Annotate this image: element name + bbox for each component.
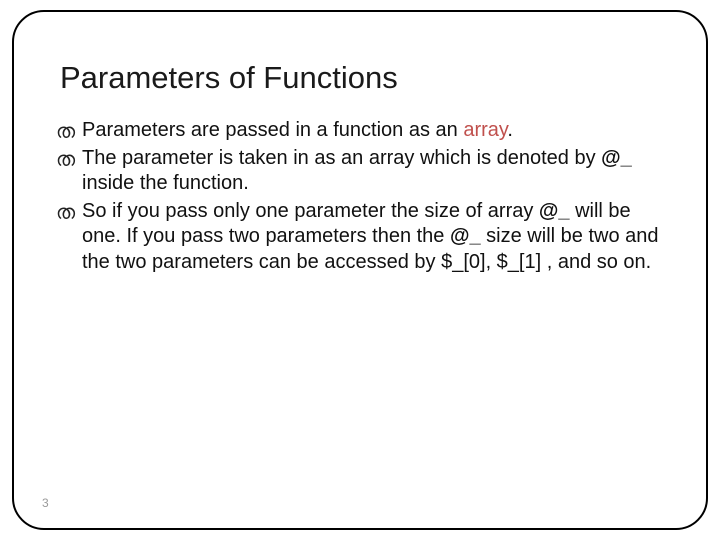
bullet-text: So if you pass only one parameter the si… bbox=[82, 200, 539, 222]
slide-frame: Parameters of Functions ത Parameters are… bbox=[12, 10, 708, 530]
code-atsub: @_ bbox=[539, 200, 570, 222]
bullet-list: ത Parameters are passed in a function as… bbox=[56, 118, 664, 276]
bullet-item: ത The parameter is taken in as an array … bbox=[56, 146, 664, 197]
bullet-glyph-icon: ത bbox=[56, 201, 75, 227]
bullet-text: The parameter is taken in as an array wh… bbox=[82, 147, 601, 169]
code-atsub: @_ bbox=[450, 225, 481, 247]
keyword-array: array bbox=[463, 119, 507, 141]
bullet-text: inside the function. bbox=[82, 172, 249, 194]
bullet-text: Parameters are passed in a function as a… bbox=[82, 119, 463, 141]
bullet-item: ത Parameters are passed in a function as… bbox=[56, 118, 664, 144]
bullet-glyph-icon: ത bbox=[56, 148, 75, 174]
bullet-glyph-icon: ത bbox=[56, 120, 75, 146]
bullet-item: ത So if you pass only one parameter the … bbox=[56, 199, 664, 276]
code-atsub: @_ bbox=[601, 147, 632, 169]
page-number: 3 bbox=[42, 496, 49, 510]
bullet-text: . bbox=[507, 119, 513, 141]
slide-title: Parameters of Functions bbox=[60, 60, 664, 96]
